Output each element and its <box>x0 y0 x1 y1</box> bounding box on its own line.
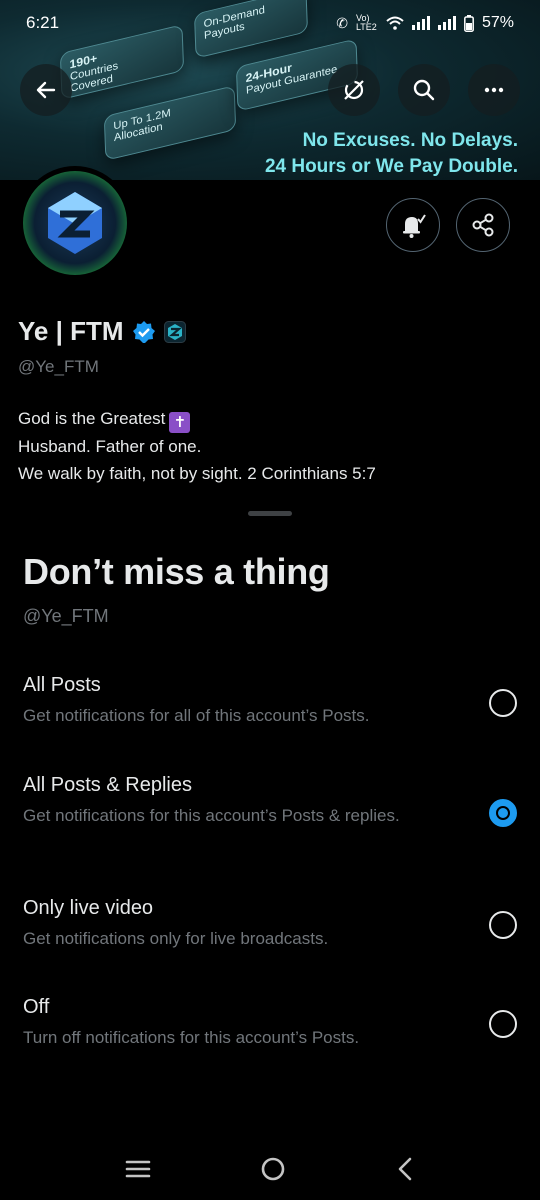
signal-icon <box>437 16 456 30</box>
option-title: All Posts & Replies <box>23 774 192 796</box>
search-button[interactable] <box>398 64 450 116</box>
system-nav-bar <box>0 1138 540 1200</box>
status-icons: ✆ Vo) LTE2 57% <box>336 14 514 32</box>
profile-name-text: Ye | FTM <box>18 316 124 346</box>
radio-off[interactable] <box>489 1010 517 1038</box>
sheet-title: Don’t miss a thing <box>23 551 330 592</box>
bio-line: We walk by faith, not by sight. 2 Corint… <box>18 464 376 483</box>
notifications-button[interactable] <box>386 198 440 252</box>
back-button[interactable] <box>20 64 72 116</box>
radio-only-live-video[interactable] <box>489 911 517 939</box>
cross-icon: ✝ <box>169 412 191 433</box>
bio-line: Husband. Father of one. <box>18 437 202 456</box>
sync-off-icon <box>344 80 364 100</box>
back-nav-icon[interactable] <box>394 1156 416 1182</box>
home-icon[interactable] <box>259 1155 287 1183</box>
affiliate-logo-icon[interactable] <box>163 320 186 343</box>
network-label: Vo) LTE2 <box>355 13 377 32</box>
status-time: 6:21 <box>26 13 60 32</box>
more-button[interactable] <box>468 64 520 116</box>
status-bar: 6:21 ✆ Vo) LTE2 57% <box>0 0 540 46</box>
signal-icon <box>411 16 430 30</box>
option-description: Get notifications only for live broadcas… <box>23 929 329 948</box>
sync-button[interactable] <box>328 64 380 116</box>
option-all-posts[interactable]: All Posts Get notifications for all of t… <box>0 674 540 744</box>
more-icon <box>484 87 504 93</box>
sheet-drag-handle[interactable] <box>248 511 292 516</box>
option-title: Only live video <box>23 897 154 919</box>
avatar[interactable] <box>18 166 132 280</box>
banner-line-1: No Excuses. No Delays. <box>302 130 518 151</box>
bio-line: God is the Greatest ✝ <box>18 405 376 433</box>
call-icon: ✆ <box>336 14 348 31</box>
verified-badge-icon <box>132 320 155 343</box>
banner-headline: No Excuses. No Delays. 24 Hours or We Pa… <box>265 128 518 180</box>
profile-name: Ye | FTM <box>18 316 186 347</box>
option-off[interactable]: Off Turn off notifications for this acco… <box>0 996 540 1066</box>
sheet-handle: @Ye_FTM <box>23 606 109 626</box>
ftm-logo-icon <box>48 192 102 254</box>
profile-handle: @Ye_FTM <box>18 357 99 376</box>
notification-settings-sheet: Don’t miss a thing @Ye_FTM All Posts Get… <box>0 503 540 1200</box>
share-icon <box>472 213 494 237</box>
search-icon <box>413 79 435 101</box>
back-arrow-icon <box>36 81 56 99</box>
option-title: Off <box>23 996 50 1018</box>
bio-line-text: God is the Greatest <box>18 409 166 428</box>
battery-icon <box>464 14 474 32</box>
wifi-icon <box>386 16 404 30</box>
option-only-live-video[interactable]: Only live video Get notifications only f… <box>0 897 540 967</box>
bell-check-icon <box>403 214 426 238</box>
option-description: Turn off notifications for this account’… <box>23 1028 360 1047</box>
radio-all-posts-replies[interactable] <box>489 799 517 827</box>
option-description: Get notifications for all of this accoun… <box>23 706 370 725</box>
battery-percent: 57% <box>481 14 514 31</box>
recent-apps-icon[interactable] <box>124 1158 152 1180</box>
avatar-image <box>23 171 127 275</box>
option-title: All Posts <box>23 674 101 696</box>
profile-bio: God is the Greatest ✝ Husband. Father of … <box>18 405 376 487</box>
banner-line-2: 24 Hours or We Pay Double. <box>264 156 518 177</box>
option-all-posts-replies[interactable]: All Posts & Replies Get notifications fo… <box>0 774 540 854</box>
banner-tile: Up To 1.2M Allocation <box>103 85 237 161</box>
share-button[interactable] <box>456 198 510 252</box>
option-description: Get notifications for this account’s Pos… <box>23 806 400 825</box>
radio-all-posts[interactable] <box>489 689 517 717</box>
